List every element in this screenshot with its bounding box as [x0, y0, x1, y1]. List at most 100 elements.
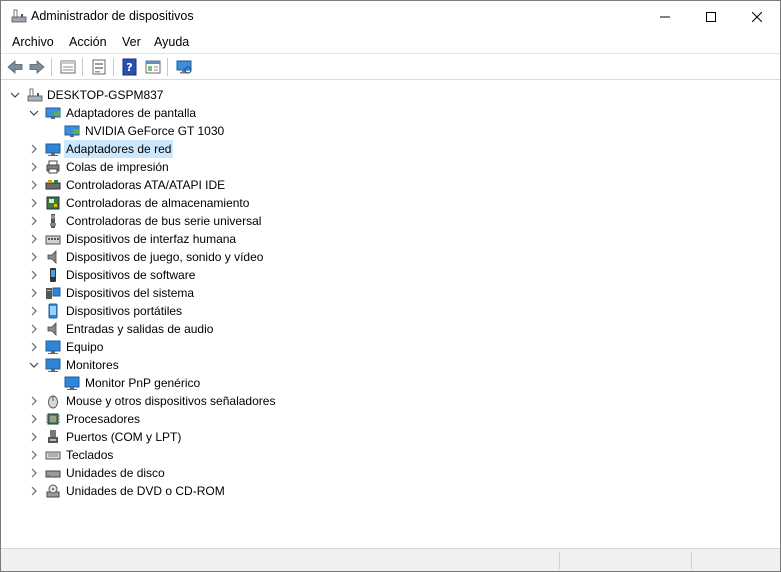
maximize-button[interactable]: [688, 1, 734, 32]
close-button[interactable]: [734, 1, 780, 32]
tree-item[interactable]: Adaptadores de red: [1, 140, 321, 158]
forward-arrow-icon: [29, 60, 45, 74]
tree-item[interactable]: Dispositivos del sistema: [1, 284, 321, 302]
menu-ayuda[interactable]: Ayuda: [153, 35, 190, 49]
chevron-right-icon[interactable]: [29, 324, 39, 334]
chevron-right-icon[interactable]: [29, 396, 39, 406]
tree-item[interactable]: Entradas y salidas de audio: [1, 320, 321, 338]
audio-io-icon: [47, 322, 57, 336]
menu-ver[interactable]: Ver: [121, 35, 142, 49]
title-bar[interactable]: Administrador de dispositivos: [1, 1, 780, 32]
properties-icon: [60, 60, 76, 74]
minimize-icon: [660, 16, 670, 17]
window-title: Administrador de dispositivos: [31, 9, 194, 23]
device-manager-window: Administrador de dispositivos Archivo Ac…: [0, 0, 781, 572]
chevron-right-icon[interactable]: [29, 288, 39, 298]
tree-item-label: Dispositivos de interfaz humana: [66, 232, 237, 246]
help-button[interactable]: ?: [121, 58, 139, 76]
tree-child-item[interactable]: Monitor PnP genérico: [1, 374, 321, 392]
chevron-right-icon[interactable]: [29, 144, 39, 154]
tree-child-label: NVIDIA GeForce GT 1030: [85, 124, 225, 138]
menu-accion[interactable]: Acción: [68, 35, 108, 49]
tree-item-label: Mouse y otros dispositivos señaladores: [66, 394, 276, 408]
tree-item[interactable]: Controladoras de bus serie universal: [1, 212, 321, 230]
print-queue-icon: [46, 160, 60, 174]
chevron-down-icon[interactable]: [10, 90, 20, 100]
tree-item[interactable]: Puertos (COM y LPT): [1, 428, 321, 446]
tree-item[interactable]: Mouse y otros dispositivos señaladores: [1, 392, 321, 410]
forward-button[interactable]: [28, 58, 46, 76]
toolbar-separator: [167, 58, 168, 76]
tree-item[interactable]: Dispositivos de juego, sonido y vídeo: [1, 248, 321, 266]
tree-item[interactable]: Controladoras ATA/ATAPI IDE: [1, 176, 321, 194]
chevron-down-icon[interactable]: [29, 108, 39, 118]
help-icon: ?: [122, 58, 137, 76]
tree-item-label: Puertos (COM y LPT): [66, 430, 182, 444]
chevron-right-icon[interactable]: [29, 234, 39, 244]
tree-item[interactable]: Procesadores: [1, 410, 321, 428]
tree-item[interactable]: Dispositivos de software: [1, 266, 321, 284]
keyboard-icon: [45, 451, 61, 460]
chevron-right-icon[interactable]: [29, 468, 39, 478]
tree-item-label: Adaptadores de pantalla: [66, 106, 197, 120]
tree-child-item[interactable]: NVIDIA GeForce GT 1030: [1, 122, 321, 140]
tree-root[interactable]: DESKTOP-GSPM837: [1, 86, 301, 104]
tree-item[interactable]: Colas de impresión: [1, 158, 321, 176]
update-driver-button[interactable]: [90, 58, 108, 76]
network-adapter-icon: [45, 143, 61, 156]
tree-item[interactable]: Teclados: [1, 446, 321, 464]
monitor-icon: [64, 376, 80, 390]
toolbar-separator: [51, 58, 52, 76]
tree-item[interactable]: Monitores: [1, 356, 321, 374]
ide-controller-icon: [45, 180, 61, 190]
minimize-button[interactable]: [642, 1, 688, 32]
display-adapter-icon: [64, 125, 80, 137]
chevron-down-icon[interactable]: [29, 360, 39, 370]
tree-item[interactable]: Unidades de DVD o CD-ROM: [1, 482, 321, 500]
chevron-right-icon[interactable]: [29, 180, 39, 190]
tree-item-label: Dispositivos del sistema: [66, 286, 195, 300]
update-driver-icon: [92, 59, 106, 75]
display-adapter-icon: [45, 107, 61, 119]
tree-item-label: Entradas y salidas de audio: [66, 322, 214, 336]
tree-item[interactable]: Controladoras de almacenamiento: [1, 194, 321, 212]
disk-drive-icon: [45, 470, 61, 478]
tree-item-label: Equipo: [66, 340, 104, 354]
status-pane: [559, 552, 560, 569]
scan-hardware-button[interactable]: [175, 58, 193, 76]
tree-item[interactable]: Dispositivos de interfaz humana: [1, 230, 321, 248]
chevron-right-icon[interactable]: [29, 342, 39, 352]
tree-item-label: Controladoras de almacenamiento: [66, 196, 250, 210]
chevron-right-icon[interactable]: [29, 450, 39, 460]
toolbar-separator: [113, 58, 114, 76]
usb-controller-icon: [50, 214, 56, 228]
view-button[interactable]: [144, 58, 162, 76]
menu-archivo[interactable]: Archivo: [11, 35, 55, 49]
chevron-right-icon[interactable]: [29, 270, 39, 280]
back-button[interactable]: [6, 58, 24, 76]
back-arrow-icon: [7, 60, 23, 74]
tree-item-label: Dispositivos de juego, sonido y vídeo: [66, 250, 264, 264]
chevron-right-icon[interactable]: [29, 432, 39, 442]
tree-item-label: Dispositivos portátiles: [66, 304, 183, 318]
tree-item-label: Adaptadores de red: [64, 140, 174, 158]
tree-item[interactable]: Dispositivos portátiles: [1, 302, 321, 320]
tree-item-label: Colas de impresión: [66, 160, 169, 174]
chevron-right-icon[interactable]: [29, 414, 39, 424]
tree-item[interactable]: Adaptadores de pantalla: [1, 104, 321, 122]
tree-item-label: Controladoras de bus serie universal: [66, 214, 262, 228]
system-device-icon: [46, 287, 61, 299]
tree-item-label: Teclados: [66, 448, 114, 462]
chevron-right-icon[interactable]: [29, 198, 39, 208]
device-tree: DESKTOP-GSPM837 Adaptadores de pantalla N…: [1, 81, 780, 547]
storage-controller-icon: [46, 196, 60, 210]
chevron-right-icon[interactable]: [29, 252, 39, 262]
tree-item[interactable]: Unidades de disco: [1, 464, 321, 482]
properties-button[interactable]: [59, 58, 77, 76]
tree-root-label: DESKTOP-GSPM837: [47, 88, 164, 102]
tree-item[interactable]: Equipo: [1, 338, 321, 356]
chevron-right-icon[interactable]: [29, 486, 39, 496]
chevron-right-icon[interactable]: [29, 162, 39, 172]
chevron-right-icon[interactable]: [29, 306, 39, 316]
chevron-right-icon[interactable]: [29, 216, 39, 226]
